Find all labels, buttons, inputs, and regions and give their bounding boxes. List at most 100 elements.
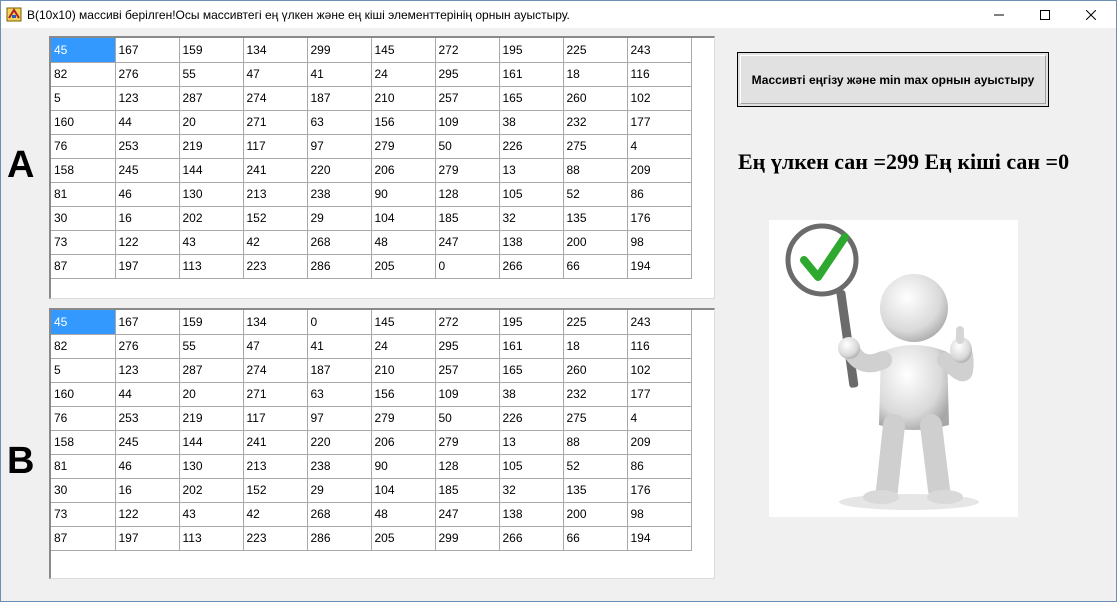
grid-cell[interactable]: 73 xyxy=(51,502,116,527)
grid-cell[interactable]: 176 xyxy=(627,206,692,231)
grid-cell[interactable]: 48 xyxy=(371,230,436,255)
grid-cell[interactable]: 268 xyxy=(307,502,372,527)
grid-cell[interactable]: 156 xyxy=(371,110,436,135)
grid-cell[interactable]: 138 xyxy=(499,230,564,255)
grid-cell[interactable]: 98 xyxy=(627,230,692,255)
grid-a[interactable]: 45 167 159 134 299 145 272 195 225 243 82 276 55 47 41… xyxy=(49,36,715,299)
grid-cell[interactable]: 197 xyxy=(115,526,180,551)
grid-cell[interactable]: 200 xyxy=(563,502,628,527)
grid-cell[interactable]: 117 xyxy=(243,134,308,159)
grid-cell[interactable]: 165 xyxy=(499,358,564,383)
grid-b-table[interactable]: 45 167 159 134 0 145 272 195 225 243 82 276 55 47 41 24… xyxy=(51,310,692,551)
grid-cell[interactable]: 113 xyxy=(179,526,244,551)
grid-cell[interactable]: 209 xyxy=(627,158,692,183)
grid-cell[interactable]: 90 xyxy=(371,182,436,207)
grid-cell[interactable]: 274 xyxy=(243,86,308,111)
grid-cell[interactable]: 205 xyxy=(371,526,436,551)
grid-cell[interactable]: 43 xyxy=(179,502,244,527)
grid-cell[interactable]: 185 xyxy=(435,478,500,503)
grid-cell[interactable]: 225 xyxy=(563,310,628,335)
grid-cell[interactable]: 98 xyxy=(627,502,692,527)
grid-cell[interactable]: 226 xyxy=(499,134,564,159)
grid-cell[interactable]: 275 xyxy=(563,134,628,159)
grid-cell[interactable]: 13 xyxy=(499,430,564,455)
grid-cell[interactable]: 87 xyxy=(51,526,116,551)
grid-cell[interactable]: 20 xyxy=(179,382,244,407)
grid-cell[interactable]: 42 xyxy=(243,230,308,255)
grid-cell[interactable]: 16 xyxy=(115,206,180,231)
grid-cell[interactable]: 135 xyxy=(563,478,628,503)
grid-cell[interactable]: 272 xyxy=(435,38,500,63)
grid-cell[interactable]: 156 xyxy=(371,382,436,407)
grid-b[interactable]: 45 167 159 134 0 145 272 195 225 243 82 276 55 47 41 24… xyxy=(49,308,715,579)
grid-cell[interactable]: 55 xyxy=(179,62,244,87)
grid-cell[interactable]: 122 xyxy=(115,502,180,527)
grid-cell[interactable]: 210 xyxy=(371,358,436,383)
grid-cell[interactable]: 82 xyxy=(51,62,116,87)
input-and-swap-button[interactable]: Массивті еңгізу және min max орнын ауыст… xyxy=(737,52,1049,107)
grid-cell[interactable]: 73 xyxy=(51,230,116,255)
close-button[interactable] xyxy=(1068,1,1114,28)
grid-cell[interactable]: 138 xyxy=(499,502,564,527)
grid-cell[interactable]: 41 xyxy=(307,62,372,87)
grid-cell[interactable]: 13 xyxy=(499,158,564,183)
grid-cell[interactable]: 32 xyxy=(499,206,564,231)
grid-cell[interactable]: 86 xyxy=(627,182,692,207)
grid-cell[interactable]: 5 xyxy=(51,358,116,383)
grid-cell[interactable]: 63 xyxy=(307,110,372,135)
grid-cell[interactable]: 66 xyxy=(563,254,628,279)
grid-cell[interactable]: 279 xyxy=(435,158,500,183)
grid-cell[interactable]: 109 xyxy=(435,382,500,407)
grid-cell[interactable]: 226 xyxy=(499,406,564,431)
grid-cell[interactable]: 104 xyxy=(371,478,436,503)
grid-cell[interactable]: 42 xyxy=(243,502,308,527)
grid-cell[interactable]: 225 xyxy=(563,38,628,63)
grid-a-table[interactable]: 45 167 159 134 299 145 272 195 225 243 82 276 55 47 41… xyxy=(51,38,692,279)
grid-cell[interactable]: 295 xyxy=(435,334,500,359)
grid-cell[interactable]: 18 xyxy=(563,334,628,359)
grid-cell[interactable]: 279 xyxy=(435,430,500,455)
grid-cell[interactable]: 158 xyxy=(51,430,116,455)
grid-cell[interactable]: 66 xyxy=(563,526,628,551)
grid-cell[interactable]: 210 xyxy=(371,86,436,111)
grid-cell[interactable]: 43 xyxy=(179,230,244,255)
grid-cell[interactable]: 104 xyxy=(371,206,436,231)
grid-cell[interactable]: 232 xyxy=(563,110,628,135)
minimize-button[interactable] xyxy=(976,1,1022,28)
grid-cell[interactable]: 30 xyxy=(51,206,116,231)
maximize-button[interactable] xyxy=(1022,1,1068,28)
grid-cell[interactable]: 219 xyxy=(179,134,244,159)
grid-cell[interactable]: 160 xyxy=(51,110,116,135)
grid-cell[interactable]: 209 xyxy=(627,430,692,455)
grid-cell[interactable]: 187 xyxy=(307,86,372,111)
grid-cell[interactable]: 287 xyxy=(179,358,244,383)
grid-cell[interactable]: 38 xyxy=(499,110,564,135)
grid-cell[interactable]: 243 xyxy=(627,310,692,335)
grid-cell[interactable]: 220 xyxy=(307,430,372,455)
grid-cell[interactable]: 253 xyxy=(115,406,180,431)
grid-cell[interactable]: 257 xyxy=(435,358,500,383)
grid-cell[interactable]: 128 xyxy=(435,454,500,479)
grid-cell[interactable]: 52 xyxy=(563,182,628,207)
grid-cell[interactable]: 20 xyxy=(179,110,244,135)
grid-cell[interactable]: 197 xyxy=(115,254,180,279)
grid-cell[interactable]: 272 xyxy=(435,310,500,335)
grid-cell[interactable]: 63 xyxy=(307,382,372,407)
grid-cell[interactable]: 47 xyxy=(243,334,308,359)
grid-cell[interactable]: 48 xyxy=(371,502,436,527)
grid-cell[interactable]: 266 xyxy=(499,254,564,279)
grid-cell[interactable]: 287 xyxy=(179,86,244,111)
grid-cell[interactable]: 76 xyxy=(51,134,116,159)
grid-cell[interactable]: 109 xyxy=(435,110,500,135)
grid-cell[interactable]: 24 xyxy=(371,62,436,87)
grid-cell[interactable]: 102 xyxy=(627,86,692,111)
grid-cell[interactable]: 97 xyxy=(307,406,372,431)
grid-cell[interactable]: 159 xyxy=(179,38,244,63)
grid-cell[interactable]: 18 xyxy=(563,62,628,87)
grid-cell[interactable]: 0 xyxy=(435,254,500,279)
grid-cell[interactable]: 29 xyxy=(307,206,372,231)
title-bar[interactable]: B(10x10) массиві берілген!Осы массивтегі… xyxy=(1,1,1116,28)
grid-cell[interactable]: 159 xyxy=(179,310,244,335)
grid-cell[interactable]: 241 xyxy=(243,158,308,183)
grid-cell[interactable]: 134 xyxy=(243,310,308,335)
